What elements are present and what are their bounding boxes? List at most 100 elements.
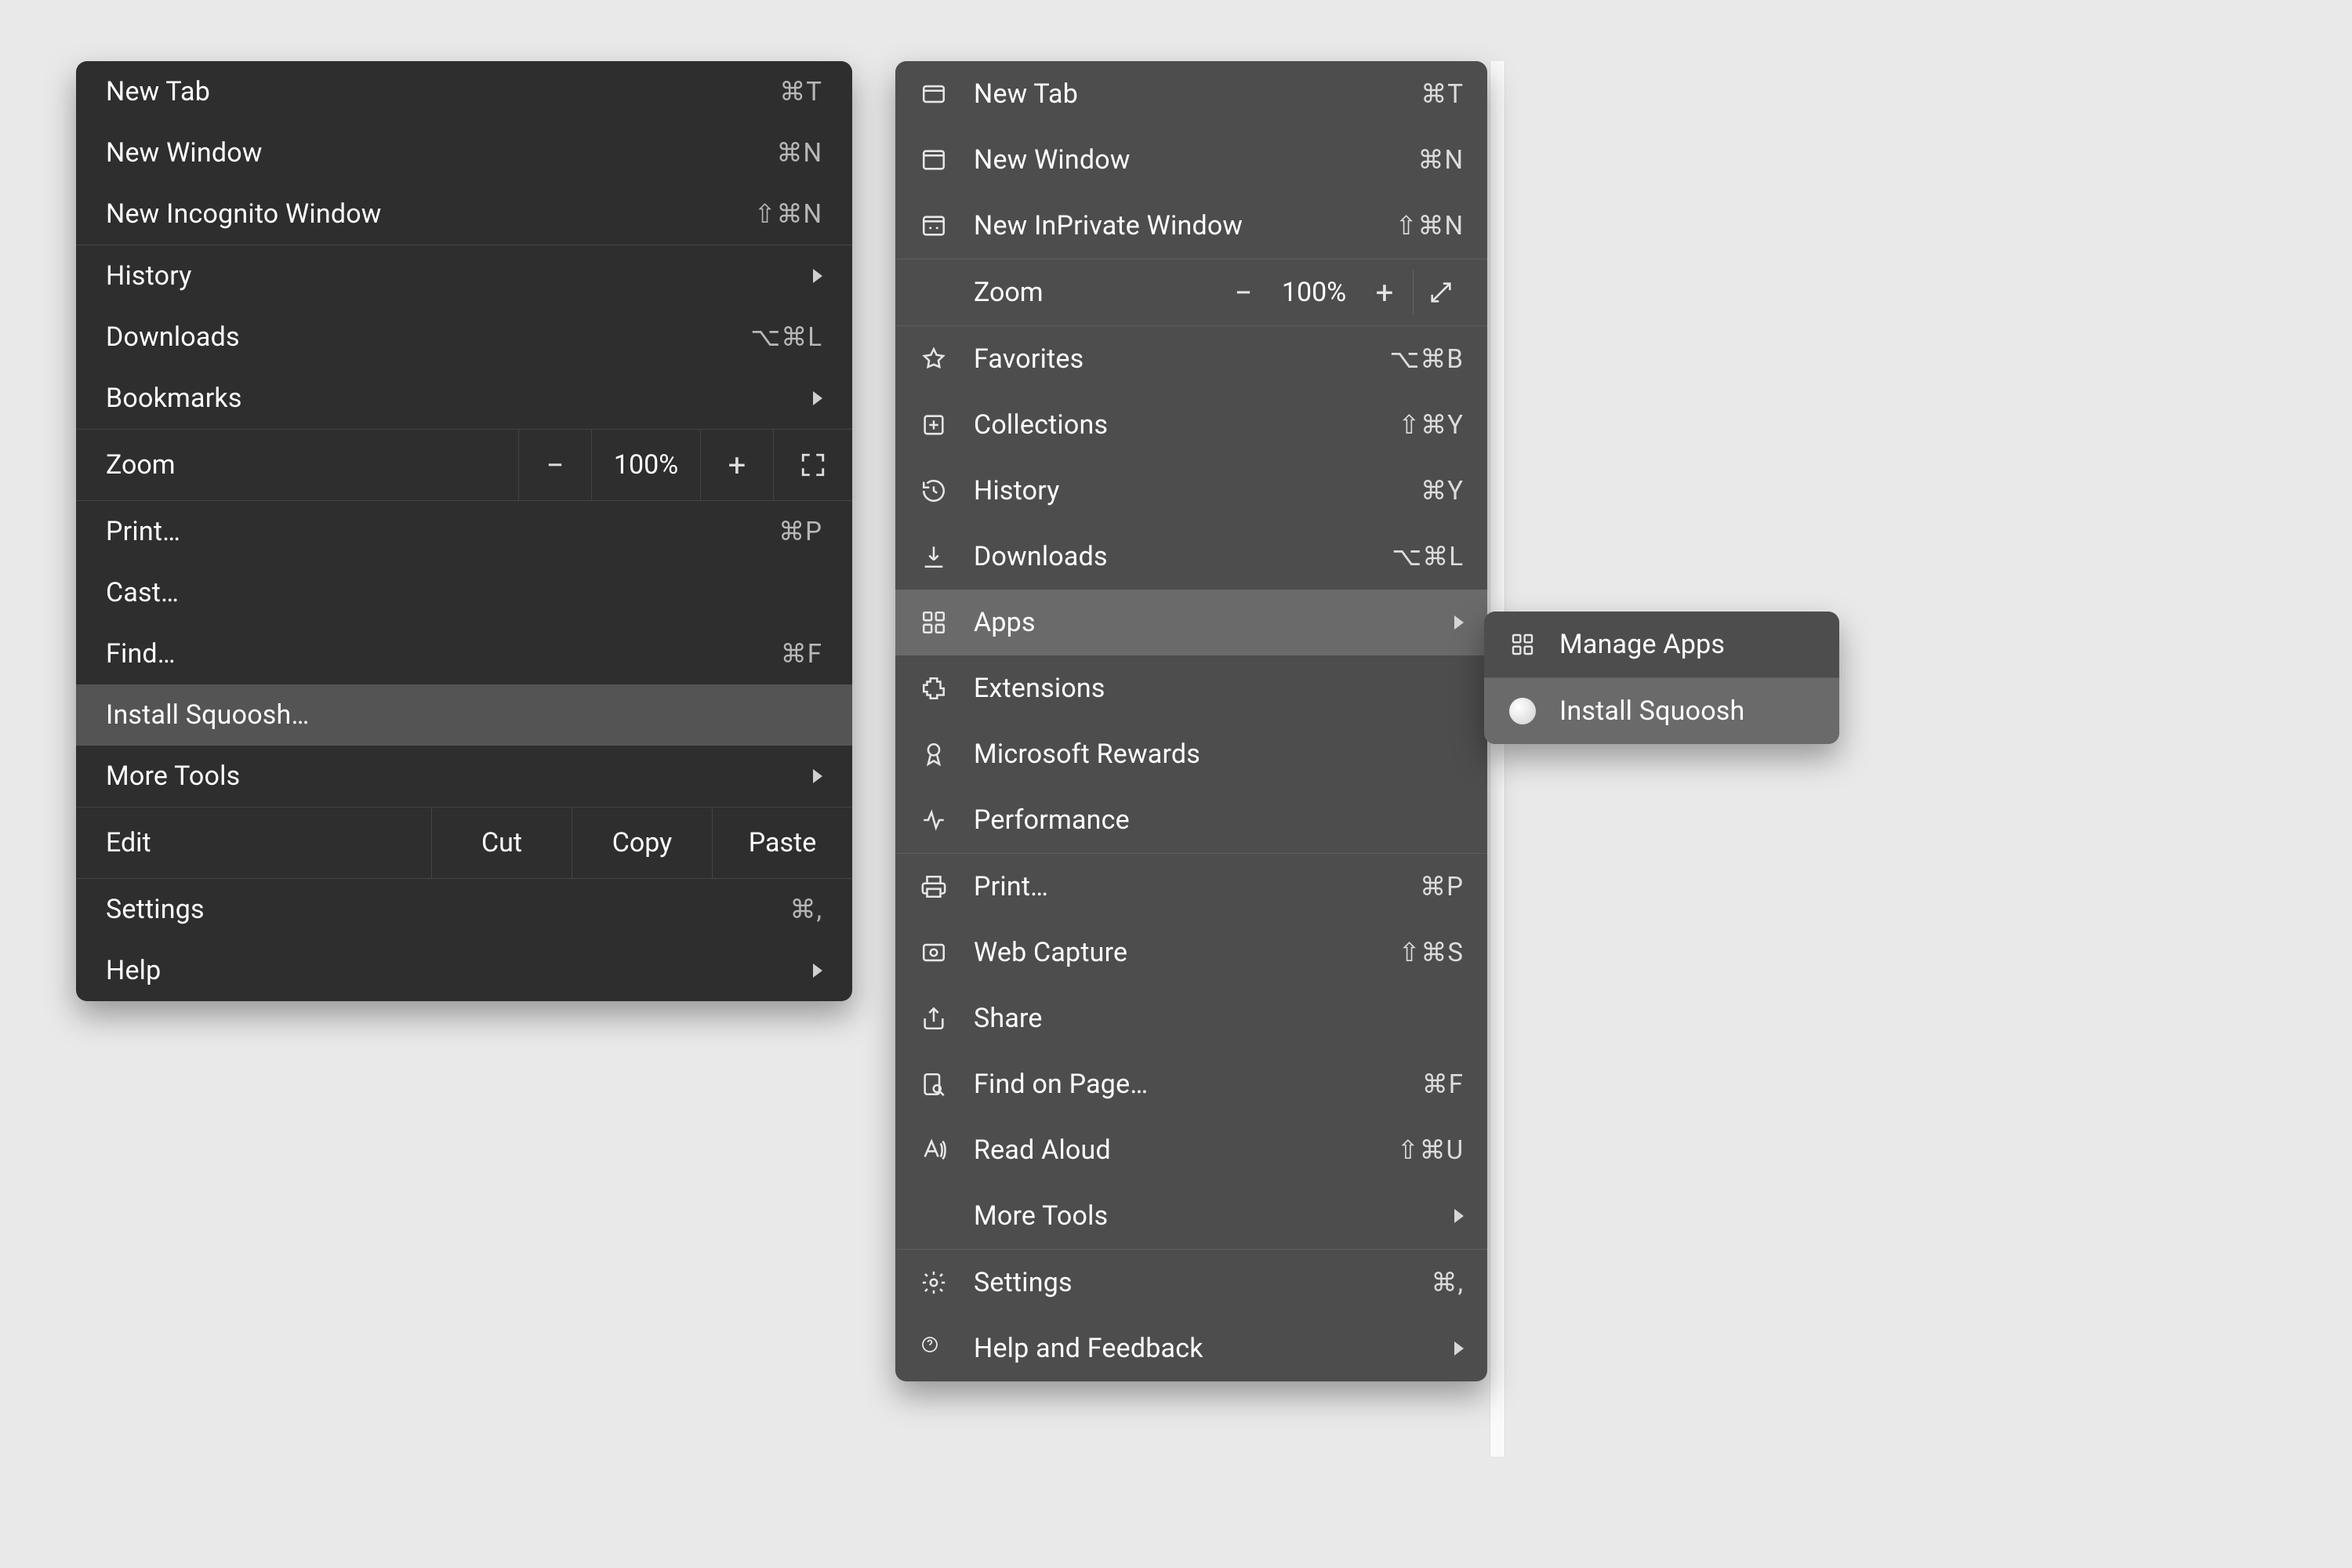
label: New InPrivate Window: [974, 210, 1346, 241]
menu-item-new-tab[interactable]: New Tab⌘T: [895, 61, 1487, 127]
label: Downloads: [974, 541, 1346, 572]
submenu-item-manage-apps[interactable]: Manage Apps: [1484, 612, 1839, 677]
menu-item-history[interactable]: History: [76, 245, 852, 307]
menu-item-help[interactable]: Help: [76, 940, 852, 1001]
label: Settings: [106, 894, 705, 925]
rewards-icon: [919, 739, 949, 769]
label: More Tools: [974, 1200, 1454, 1232]
shortcut: ⌘N: [705, 137, 822, 169]
label: Apps: [974, 607, 1454, 638]
edit-cut-button[interactable]: Cut: [431, 808, 572, 878]
squoosh-icon: [1508, 696, 1537, 726]
menu-item-settings[interactable]: Settings⌘,: [895, 1250, 1487, 1316]
expand-icon: [1428, 279, 1454, 306]
chevron-right-icon: [1454, 1209, 1464, 1223]
chevron-right-icon: [813, 391, 822, 405]
shortcut: ⌘F: [1346, 1069, 1464, 1100]
menu-item-rewards[interactable]: Microsoft Rewards: [895, 721, 1487, 787]
label: Web Capture: [974, 937, 1346, 968]
zoom-in-button[interactable]: +: [1361, 274, 1408, 311]
shortcut: ⌘,: [1346, 1267, 1464, 1298]
menu-item-favorites[interactable]: Favorites⌥⌘B: [895, 326, 1487, 392]
shortcut: ⌥⌘L: [1346, 541, 1464, 572]
shortcut: ⌘N: [1346, 144, 1464, 176]
performance-icon: [919, 805, 949, 835]
menu-item-new-window[interactable]: New Window⌘N: [895, 127, 1487, 193]
shortcut: ⌘P: [1346, 871, 1464, 902]
menu-item-web-capture[interactable]: Web Capture⇧⌘S: [895, 920, 1487, 985]
edit-paste-button[interactable]: Paste: [712, 808, 852, 878]
chevron-right-icon: [813, 269, 822, 283]
menu-item-cast[interactable]: Cast…: [76, 562, 852, 623]
edge-apps-submenu: Manage Apps Install Squoosh: [1484, 612, 1839, 744]
menu-item-print[interactable]: Print…⌘P: [76, 501, 852, 562]
label: Find…: [106, 638, 705, 670]
blank-icon: [919, 1201, 949, 1231]
help-icon: [919, 1334, 949, 1363]
shortcut: ⇧⌘N: [1346, 210, 1464, 241]
zoom-in-button[interactable]: +: [700, 430, 773, 500]
label: Zoom: [974, 277, 1220, 308]
menu-item-find-on-page[interactable]: Find on Page…⌘F: [895, 1051, 1487, 1117]
menu-item-collections[interactable]: Collections⇧⌘Y: [895, 392, 1487, 458]
menu-item-more-tools[interactable]: More Tools: [895, 1183, 1487, 1249]
zoom-out-button[interactable]: −: [1220, 274, 1267, 311]
menu-item-read-aloud[interactable]: Read Aloud⇧⌘U: [895, 1117, 1487, 1183]
fullscreen-button[interactable]: [1418, 279, 1464, 306]
shortcut: ⌥⌘B: [1346, 343, 1464, 375]
shortcut: ⌥⌘L: [705, 321, 822, 353]
shortcut: ⌘Y: [1346, 475, 1464, 506]
label: Edit: [76, 808, 431, 878]
label: Find on Page…: [974, 1069, 1346, 1100]
download-icon: [919, 542, 949, 572]
submenu-item-install-squoosh[interactable]: Install Squoosh: [1484, 678, 1839, 744]
chevron-right-icon: [1454, 615, 1464, 630]
menu-item-extensions[interactable]: Extensions: [895, 655, 1487, 721]
menu-item-find[interactable]: Find…⌘F: [76, 623, 852, 684]
label: Favorites: [974, 343, 1346, 375]
menu-item-zoom: Zoom − 100% +: [76, 430, 852, 500]
extensions-icon: [919, 673, 949, 703]
label: New Tab: [974, 78, 1346, 110]
edit-copy-button[interactable]: Copy: [572, 808, 712, 878]
canvas: New Tab⌘T New Window⌘N New Incognito Win…: [0, 0, 2352, 1568]
menu-item-settings[interactable]: Settings⌘,: [76, 879, 852, 940]
divider: [1413, 270, 1414, 314]
window-icon: [919, 145, 949, 175]
label: History: [974, 475, 1346, 506]
menu-item-performance[interactable]: Performance: [895, 787, 1487, 853]
label: Manage Apps: [1559, 629, 1816, 660]
menu-item-downloads[interactable]: Downloads⌥⌘L: [895, 524, 1487, 590]
menu-item-share[interactable]: Share: [895, 985, 1487, 1051]
fullscreen-icon: [800, 452, 826, 478]
menu-item-bookmarks[interactable]: Bookmarks: [76, 368, 852, 429]
menu-item-new-inprivate-window[interactable]: New InPrivate Window⇧⌘N: [895, 193, 1487, 259]
menu-item-more-tools[interactable]: More Tools: [76, 746, 852, 807]
shortcut: ⇧⌘Y: [1346, 409, 1464, 441]
label: Cast…: [106, 577, 822, 608]
menu-item-new-window[interactable]: New Window⌘N: [76, 122, 852, 183]
menu-item-install-squoosh[interactable]: Install Squoosh…: [76, 684, 852, 746]
zoom-out-button[interactable]: −: [518, 430, 591, 500]
fullscreen-button[interactable]: [773, 430, 852, 500]
label: Install Squoosh: [1559, 695, 1816, 727]
new-tab-icon: [919, 79, 949, 109]
menu-item-history[interactable]: History⌘Y: [895, 458, 1487, 524]
label: Microsoft Rewards: [974, 739, 1464, 770]
shortcut: ⇧⌘N: [705, 198, 822, 230]
menu-item-downloads[interactable]: Downloads⌥⌘L: [76, 307, 852, 368]
scrollbar[interactable]: [1490, 61, 1505, 1457]
label: Bookmarks: [106, 383, 813, 414]
menu-item-new-incognito-window[interactable]: New Incognito Window⇧⌘N: [76, 183, 852, 245]
label: Zoom: [76, 449, 518, 481]
label: Settings: [974, 1267, 1346, 1298]
chevron-right-icon: [813, 769, 822, 783]
shortcut: ⌘T: [1346, 78, 1464, 110]
menu-item-help-feedback[interactable]: Help and Feedback: [895, 1316, 1487, 1381]
label: Help and Feedback: [974, 1333, 1454, 1364]
menu-item-print[interactable]: Print…⌘P: [895, 854, 1487, 920]
menu-item-apps[interactable]: Apps: [895, 590, 1487, 655]
menu-item-new-tab[interactable]: New Tab⌘T: [76, 61, 852, 122]
menu-item-zoom: Zoom − 100% +: [895, 260, 1487, 325]
label: Help: [106, 955, 813, 986]
